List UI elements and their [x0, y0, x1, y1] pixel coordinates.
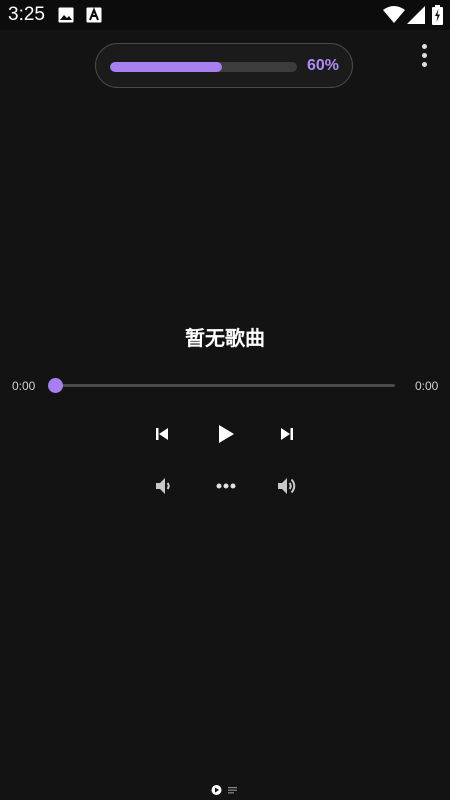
play-button[interactable] [211, 419, 241, 449]
volume-fill [110, 62, 223, 72]
skip-previous-icon [156, 428, 168, 440]
play-icon [219, 425, 234, 443]
skip-next-icon [281, 428, 293, 440]
status-bar: 3:25 [0, 0, 450, 30]
music-player-screen: 3:25 60% 暂无歌曲 0:00 0:00 [0, 0, 450, 800]
seek-bar[interactable] [55, 384, 395, 387]
seek-thumb[interactable] [48, 378, 63, 393]
menu-dot [422, 44, 427, 49]
volume-up-button[interactable] [272, 472, 302, 500]
menu-dot [422, 53, 427, 58]
volume-track[interactable] [110, 62, 297, 72]
signal-icon [407, 6, 425, 29]
volume-percent: 60% [306, 57, 339, 74]
more-options-button[interactable] [211, 472, 241, 500]
duration-time: 0:00 [415, 379, 439, 393]
page-indicator[interactable] [211, 783, 241, 795]
more-vert-icon[interactable] [414, 42, 436, 70]
menu-dot [422, 62, 427, 67]
wifi-icon [383, 6, 405, 29]
volume-down-icon [156, 478, 170, 494]
image-icon [58, 7, 74, 28]
volume-up-icon [278, 478, 296, 494]
status-time: 3:25 [8, 4, 45, 25]
playlist-icon [228, 787, 237, 794]
previous-button[interactable] [148, 420, 176, 448]
battery-charging-icon [432, 5, 443, 30]
volume-down-button[interactable] [149, 472, 177, 500]
elapsed-time: 0:00 [12, 379, 36, 393]
play-circle-icon [211, 785, 222, 795]
a-notification-icon [86, 7, 102, 28]
more-horiz-icon [216, 483, 236, 489]
volume-indicator[interactable]: 60% [95, 43, 353, 88]
next-button[interactable] [273, 420, 301, 448]
song-title: 暂无歌曲 [185, 326, 265, 350]
